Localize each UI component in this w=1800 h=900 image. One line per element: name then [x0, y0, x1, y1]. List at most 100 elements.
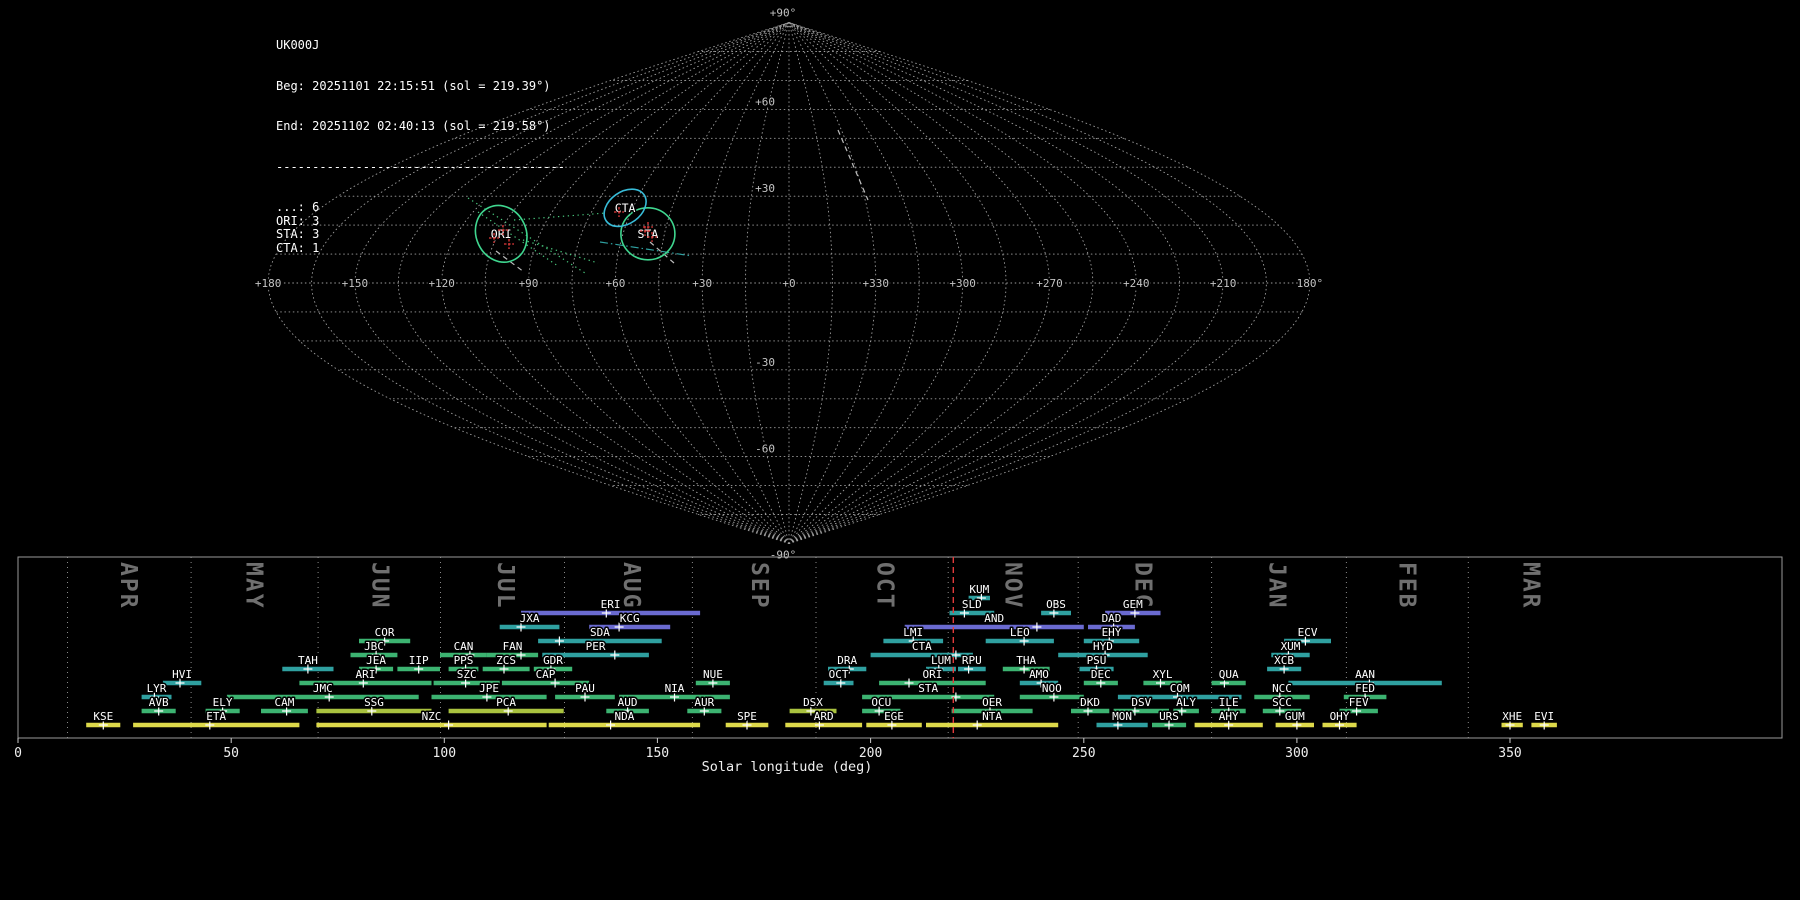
shower-label-XYL: XYL	[1153, 668, 1173, 681]
x-tick-label: 300	[1285, 746, 1308, 761]
shower-label-OBS: OBS	[1046, 598, 1066, 611]
shower-label-TAH: TAH	[298, 654, 318, 667]
shower-label-EGE: EGE	[884, 710, 904, 723]
shower-label-NUE: NUE	[703, 668, 723, 681]
shower-label-ELY: ELY	[213, 696, 233, 709]
shower-peak-NTA	[972, 720, 982, 730]
shower-label-KSE: KSE	[93, 710, 113, 723]
end-time-line: End: 20251102 02:40:13 (sol = 219.58°)	[276, 119, 551, 133]
shower-counts: ...: 6 ORI: 3 STA: 3 CTA: 1	[276, 200, 565, 255]
x-tick-label: 350	[1498, 746, 1521, 761]
shower-label-PER: PER	[586, 640, 606, 653]
plot-canvas: +180 +150 +120 +90 +60 +30 +0 +330 +300 +270 +240 +…	[14, 5, 1783, 775]
shower-label-SCC: SCC	[1272, 696, 1292, 709]
shower-label-NZC: NZC	[422, 710, 442, 723]
shower-label-AMO: AMO	[1029, 668, 1049, 681]
lon-axis-label: +60	[605, 277, 625, 290]
shower-label-JXA: JXA	[520, 612, 540, 625]
shower-label-ARI: ARI	[355, 668, 375, 681]
shower-label-SZC: SZC	[457, 668, 477, 681]
month-label-AUG: AUG	[618, 562, 644, 610]
shower-label-DAD: DAD	[1102, 612, 1122, 625]
shower-label-HVI: HVI	[172, 668, 192, 681]
month-label-MAR: MAR	[1517, 562, 1543, 610]
x-tick-label: 100	[433, 746, 456, 761]
shower-label-EVI: EVI	[1534, 710, 1554, 723]
x-tick-label: 0	[14, 746, 22, 761]
month-label-SEP: SEP	[746, 562, 772, 610]
month-label-APR: APR	[115, 562, 141, 610]
month-label-JAN: JAN	[1264, 562, 1290, 610]
meteor-observation-plot: UK000J Beg: 20251101 22:15:51 (sol = 219…	[0, 0, 1800, 900]
shower-label-OCU: OCU	[871, 696, 891, 709]
shower-label-OER: OER	[982, 696, 1002, 709]
activity-timeline: APR MAY JUN JUL AUG SEP OCT NOV DEC JAN FEB MAR KUM E…	[14, 556, 1783, 775]
shower-label-AUR: AUR	[694, 696, 714, 709]
month-label-FEB: FEB	[1394, 562, 1420, 610]
shower-label-ZCS: ZCS	[496, 654, 516, 667]
lon-axis-label: +210	[1210, 277, 1237, 290]
shower-label-JMC: JMC	[313, 682, 333, 695]
shower-label-FEV: FEV	[1349, 696, 1369, 709]
shower-label-XUM: XUM	[1281, 640, 1301, 653]
lat-axis-label: -30	[755, 356, 775, 369]
observation-header: UK000J Beg: 20251101 22:15:51 (sol = 219…	[276, 12, 565, 282]
month-label-OCT: OCT	[872, 562, 898, 610]
shower-label-AND: AND	[984, 612, 1004, 625]
shower-label-PCA: PCA	[496, 696, 516, 709]
shower-label-LUM: LUM	[931, 654, 951, 667]
shower-label-SPE: SPE	[737, 710, 757, 723]
shower-count-unassigned: ...: 6	[276, 200, 320, 214]
shower-label-ILE: ILE	[1219, 696, 1239, 709]
lon-axis-label: +0	[782, 277, 795, 290]
shower-label-XHE: XHE	[1502, 710, 1522, 723]
header-separator: ----------------------------------------	[276, 159, 565, 174]
shower-label-OHY: OHY	[1330, 710, 1350, 723]
x-axis-title: Solar longitude (deg)	[702, 759, 873, 775]
shower-label-GEM: GEM	[1123, 598, 1143, 611]
lon-axis-label: +270	[1036, 277, 1063, 290]
shower-label-PAU: PAU	[575, 682, 595, 695]
shower-label-HYD: HYD	[1093, 640, 1113, 653]
shower-label-AHY: AHY	[1219, 710, 1239, 723]
shower-label-STA: STA	[918, 682, 938, 695]
shower-label-DSV: DSV	[1131, 696, 1151, 709]
shower-label-ORI: ORI	[922, 668, 942, 681]
lat-axis-label: -90°	[770, 548, 797, 561]
lat-axis-label: +60	[755, 95, 775, 108]
station-id: UK000J	[276, 38, 320, 52]
shower-label-SDA: SDA	[590, 626, 610, 639]
shower-label-COM: COM	[1170, 682, 1190, 695]
shower-label-ARD: ARD	[814, 710, 834, 723]
shower-label-RPU: RPU	[962, 654, 982, 667]
meteor-track	[837, 129, 869, 201]
shower-label-ETA: ETA	[206, 710, 226, 723]
shower-label-FAN: FAN	[503, 640, 523, 653]
shower-peak-ORI	[904, 678, 914, 688]
shower-label-FED: FED	[1355, 682, 1375, 695]
shower-peak-PER	[610, 650, 620, 660]
shower-label-URS: URS	[1159, 710, 1179, 723]
shower-label-AAN: AAN	[1355, 668, 1375, 681]
shower-label-JPE: JPE	[479, 682, 499, 695]
shower-peak-AND	[1032, 622, 1042, 632]
shower-peak-SDA	[554, 636, 564, 646]
lon-axis-label: +330	[863, 277, 890, 290]
shower-count-CTA: CTA: 1	[276, 240, 320, 255]
shower-label-OCT: OCT	[829, 668, 849, 681]
shower-label-GDR: GDR	[543, 654, 563, 667]
shower-label-NIA: NIA	[665, 682, 685, 695]
shower-label-NCC: NCC	[1272, 682, 1292, 695]
shower-label-PSU: PSU	[1087, 654, 1107, 667]
shower-label-CAN: CAN	[454, 640, 474, 653]
x-tick-label: 150	[646, 746, 669, 761]
shower-label-ERI: ERI	[601, 598, 621, 611]
month-label-MAY: MAY	[241, 562, 267, 610]
shower-peak-NZC	[444, 720, 454, 730]
shower-label-CTA: CTA	[912, 640, 932, 653]
radiant-label-CTA: CTA	[615, 201, 636, 215]
shower-label-LYR: LYR	[147, 682, 167, 695]
shower-label-IIP: IIP	[409, 654, 429, 667]
shower-count-ORI: ORI: 3	[276, 213, 320, 228]
shower-label-EHY: EHY	[1102, 626, 1122, 639]
